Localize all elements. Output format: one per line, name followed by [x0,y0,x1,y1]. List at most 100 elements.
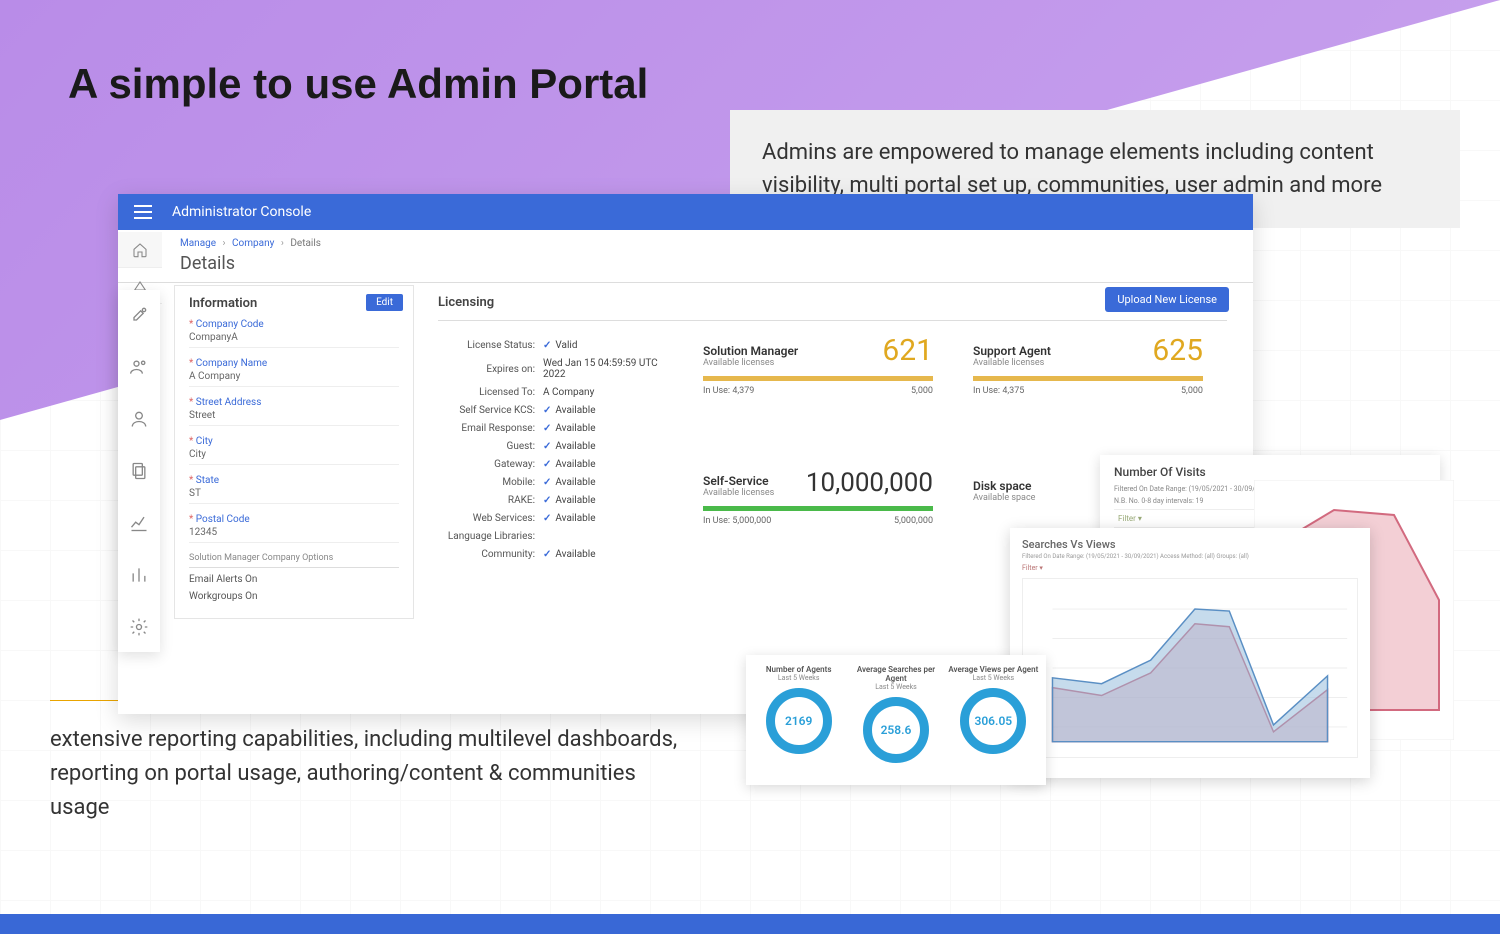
footer-bar [0,914,1500,934]
documents-icon[interactable] [128,460,150,482]
card-sub: Available licenses [703,358,798,368]
visits-filter-desc2: N.B. No. 0-8 day intervals: 19 [1114,497,1426,505]
visits-filter-toggle[interactable]: Filter ▾ [1114,509,1426,528]
card-title: Support Agent [973,344,1051,358]
lic-val: Available [555,441,595,452]
check-icon: ✓ [543,459,551,470]
tools-icon[interactable] [128,304,150,326]
field-label: Company Name [196,358,267,369]
lic-key: Web Services: [438,513,543,524]
field-value: ST [189,488,399,499]
in-use-label: In Use: 4,375 [973,386,1024,396]
sv-chart [1022,578,1358,758]
lic-key: RAKE: [438,495,543,506]
usage-bar [703,506,933,511]
sv-title: Searches Vs Views [1022,538,1358,551]
sv-filter-desc: Filtered On Date Range: (19/05/2021 - 30… [1022,553,1358,560]
card-title: Self-Service [703,474,774,488]
card-value: 625 [1152,333,1203,368]
analytics-icon[interactable] [128,512,150,534]
gear-icon[interactable] [128,616,150,638]
card-title: Solution Manager [703,344,798,358]
donut-title: Number of Agents [752,665,845,674]
lic-val: Available [555,423,595,434]
callout-lower: extensive reporting capabilities, includ… [50,700,690,825]
check-icon: ✓ [543,495,551,506]
check-icon: ✓ [543,513,551,524]
bar-chart-icon[interactable] [128,564,150,586]
card-title: Disk space [973,479,1035,493]
menu-toggle-icon[interactable] [134,205,152,219]
donut-searches: Average Searches per Agent Last 5 Weeks … [849,665,942,775]
options-header: Solution Manager Company Options [189,553,399,568]
lic-val: Wed Jan 15 04:59:59 UTC 2022 [543,358,673,380]
usage-bar [703,376,933,381]
lic-val: Available [555,459,595,470]
crumb-company[interactable]: Company [232,238,274,249]
donut-value: 2169 [785,714,812,728]
donut-value: 258.6 [881,723,912,737]
information-panel: Information Edit * Company CodeCompanyA … [174,285,414,619]
check-icon: ✓ [543,405,551,416]
card-self-service: Self-ServiceAvailable licenses10,000,000… [703,468,933,568]
lic-val: Available [555,495,595,506]
visits-filter-desc: Filtered On Date Range: (19/05/2021 - 30… [1114,485,1426,493]
field-label: Street Address [196,397,262,408]
searches-views-panel: Searches Vs Views Filtered On Date Range… [1010,528,1370,778]
edit-button[interactable]: Edit [366,294,403,311]
total-label: 5,000 [1181,386,1203,396]
lic-key: Expires on: [438,364,543,375]
license-property-list: License Status: ✓ Valid Expires on:Wed Jan… [438,333,673,567]
card-solution-manager: Solution ManagerAvailable licenses621 In… [703,333,933,438]
lic-key: Language Libraries: [438,531,543,542]
lic-val: A Company [543,387,673,398]
donut-metrics-panel: Number of Agents Last 5 Weeks 2169 Avera… [746,655,1046,785]
lic-key: Self Service KCS: [438,405,543,416]
crumb-current: Details [290,238,321,249]
in-use-label: In Use: 5,000,000 [703,516,771,526]
field-value: Street [189,410,399,421]
field-label: State [196,475,219,486]
field-label: Postal Code [196,514,250,525]
tab-home[interactable] [118,232,162,268]
lic-key: Gateway: [438,459,543,470]
card-value: 10,000,000 [806,468,933,498]
lic-val: Available [555,405,595,416]
total-label: 5,000,000 [894,516,933,526]
donut-sub: Last 5 Weeks [849,683,942,691]
lic-key: License Status: [438,340,543,351]
field-value: CompanyA [189,332,399,343]
card-support-agent: Support AgentAvailable licenses 625 In Us… [973,333,1203,438]
crumb-sep: › [281,238,284,249]
donut-ring: 2169 [766,688,832,754]
card-value: 621 [882,333,933,368]
check-icon: ✓ [543,477,551,488]
lic-val: Available [555,549,595,560]
donut-sub: Last 5 Weeks [752,674,845,682]
user-icon[interactable] [128,408,150,430]
users-icon[interactable] [128,356,150,378]
crumb-sep: › [223,238,226,249]
donut-views: Average Views per Agent Last 5 Weeks 306… [947,665,1040,775]
visits-title: Number Of Visits [1114,465,1426,479]
lic-key: Community: [438,549,543,560]
donut-ring: 306.05 [960,688,1026,754]
upload-license-button[interactable]: Upload New License [1105,287,1229,312]
sv-filter-toggle[interactable]: Filter ▾ [1022,564,1358,572]
lic-val: Valid [555,340,577,351]
field-label: Company Code [196,319,264,330]
console-topbar: Administrator Console [118,194,1253,230]
donut-sub: Last 5 Weeks [947,674,1040,682]
check-icon: ✓ [543,549,551,560]
card-sub: Available licenses [973,358,1051,368]
crumb-manage[interactable]: Manage [180,238,216,249]
lic-key: Guest: [438,441,543,452]
breadcrumb: Manage › Company › Details [118,230,1253,251]
check-icon: ✓ [543,441,551,452]
card-sub: Available space [973,493,1035,503]
field-value: City [189,449,399,460]
field-value: A Company [189,371,399,382]
donut-ring: 258.6 [863,697,929,763]
lic-key: Mobile: [438,477,543,488]
total-label: 5,000 [911,386,933,396]
